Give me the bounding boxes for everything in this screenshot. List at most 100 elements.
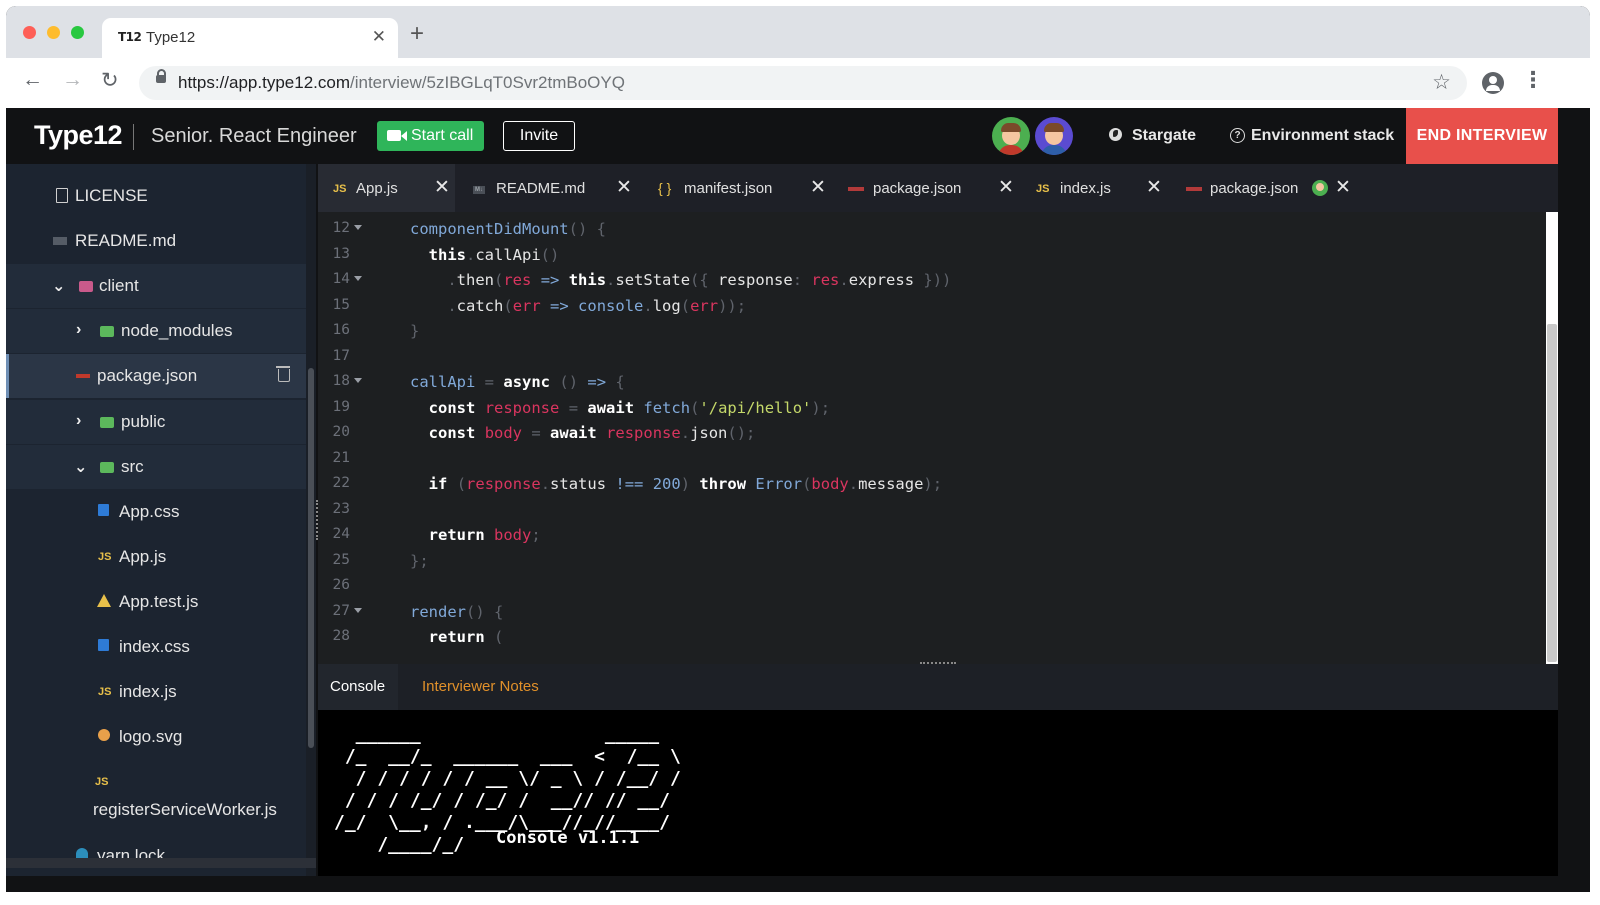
- bookmark-star-icon[interactable]: ☆: [1432, 70, 1451, 95]
- minimize-window-icon[interactable]: [47, 26, 60, 39]
- tab-readme-md[interactable]: M↓ README.md ✕: [461, 164, 641, 212]
- tab-package-json-shared[interactable]: package.json ✕: [1172, 164, 1358, 214]
- tab-label: App.js: [356, 180, 398, 197]
- chevron-down-icon[interactable]: ⌄: [74, 457, 87, 477]
- close-tab-icon[interactable]: ✕: [810, 176, 826, 199]
- tab-label: package.json: [1210, 180, 1299, 197]
- tree-item-package-json[interactable]: package.json: [6, 354, 306, 398]
- invite-button[interactable]: Invite: [503, 121, 575, 151]
- globe-icon: [1109, 128, 1122, 141]
- tab-package-json[interactable]: package.json ✕: [838, 164, 1018, 212]
- close-tab-icon[interactable]: ✕: [616, 176, 632, 199]
- code-editor[interactable]: 12 componentDidMount() { 13 this.callApi(…: [318, 212, 1546, 664]
- tab-label: manifest.json: [684, 180, 773, 197]
- lock-icon: [156, 69, 166, 83]
- markdown-icon: M↓: [473, 186, 485, 194]
- close-tab-icon[interactable]: ✕: [998, 176, 1014, 199]
- close-tab-icon[interactable]: ✕: [372, 27, 386, 47]
- tree-item-index-js[interactable]: JS index.js: [6, 670, 306, 714]
- tree-item-label: index.js: [119, 682, 177, 701]
- sidebar-horizontal-scrollbar[interactable]: [6, 858, 316, 868]
- tree-item-node-modules[interactable]: › node_modules: [6, 309, 306, 353]
- tab-index-js[interactable]: JS index.js ✕: [1026, 164, 1164, 212]
- line-number: 20: [332, 424, 350, 440]
- tree-item-yarn-lock[interactable]: yarn.lock: [6, 834, 306, 876]
- tree-item-app-js[interactable]: JS App.js: [6, 535, 306, 579]
- tree-item-client[interactable]: ⌄ client: [6, 264, 306, 308]
- type12-favicon-icon: T12: [118, 30, 142, 44]
- forward-arrow-icon[interactable]: →: [62, 68, 83, 92]
- tree-item-public[interactable]: › public: [6, 400, 306, 444]
- browser-menu-icon[interactable]: ⋮: [1522, 69, 1544, 91]
- folder-icon: [100, 462, 114, 473]
- tree-item-app-test-js[interactable]: App.test.js: [6, 580, 306, 624]
- tree-item-label: client: [99, 276, 139, 295]
- tab-manifest-json[interactable]: { } manifest.json ✕: [648, 164, 828, 212]
- tree-item-logo-svg[interactable]: logo.svg: [6, 715, 306, 759]
- line-number: 28: [332, 628, 350, 644]
- trash-icon[interactable]: [276, 366, 290, 382]
- css-icon: [98, 504, 109, 516]
- sidebar-scrollbar-thumb[interactable]: [308, 368, 314, 748]
- line-number: 27: [332, 602, 350, 619]
- code-line: 23: [318, 501, 1546, 527]
- tree-item-app-css[interactable]: App.css: [6, 490, 306, 534]
- start-call-button[interactable]: Start call: [377, 121, 484, 151]
- tree-item-label: index.css: [119, 637, 190, 656]
- participant-avatar[interactable]: [1035, 117, 1073, 155]
- reload-icon[interactable]: ↻: [101, 68, 119, 93]
- stargate-link[interactable]: Stargate: [1132, 127, 1196, 145]
- tree-item-label: src: [121, 457, 144, 476]
- tree-item-license[interactable]: LICENSE: [6, 174, 306, 218]
- end-interview-button[interactable]: END INTERVIEW: [1406, 108, 1558, 164]
- participant-avatar[interactable]: [992, 117, 1030, 155]
- tree-item-src[interactable]: ⌄ src: [6, 445, 306, 489]
- close-tab-icon[interactable]: ✕: [1335, 176, 1351, 199]
- address-bar[interactable]: https://app.type12.com/interview/5zIBGLq…: [139, 66, 1467, 100]
- tree-item-register-service-worker[interactable]: JS registerServiceWorker.js: [6, 762, 306, 832]
- js-icon: JS: [95, 776, 109, 788]
- profile-icon[interactable]: [1482, 72, 1504, 94]
- tab-interviewer-notes[interactable]: Interviewer Notes: [410, 664, 550, 710]
- tab-console[interactable]: Console: [318, 664, 398, 712]
- fold-arrow-icon[interactable]: [354, 607, 362, 613]
- tree-item-index-css[interactable]: index.css: [6, 625, 306, 669]
- line-number: 17: [332, 347, 350, 364]
- chevron-right-icon[interactable]: ›: [76, 412, 81, 430]
- line-number: 26: [332, 577, 350, 593]
- code-line: 28 return (: [318, 628, 1546, 654]
- test-icon: [97, 594, 111, 607]
- js-icon: JS: [1036, 183, 1050, 195]
- environment-stack-link[interactable]: Environment stack: [1251, 127, 1394, 145]
- close-tab-icon[interactable]: ✕: [434, 176, 450, 199]
- chevron-down-icon[interactable]: ⌄: [52, 276, 65, 296]
- line-number: 25: [332, 551, 350, 568]
- tree-item-label: README.md: [75, 231, 177, 250]
- tab-label: index.js: [1060, 180, 1111, 197]
- tab-app-js[interactable]: JS App.js ✕: [318, 164, 455, 214]
- fold-arrow-icon[interactable]: [354, 276, 362, 281]
- close-tab-icon[interactable]: ✕: [1146, 176, 1162, 199]
- back-arrow-icon[interactable]: ←: [22, 68, 43, 92]
- line-number: 15: [332, 296, 350, 313]
- url-text[interactable]: https://app.type12.com/interview/5zIBGLq…: [178, 73, 625, 93]
- console-output[interactable]: ______ _____ /_ __/_ ______ ___ < /__ \ …: [318, 710, 1558, 876]
- editor-scrollbar-thumb[interactable]: [1547, 324, 1557, 662]
- code-line: 12 componentDidMount() {: [318, 220, 1546, 246]
- chevron-right-icon[interactable]: ›: [76, 321, 81, 339]
- tree-item-readme[interactable]: README.md: [6, 219, 306, 263]
- type12-logo[interactable]: Type12: [34, 120, 123, 151]
- node-folder-icon: [100, 326, 114, 337]
- browser-tab[interactable]: T12 Type12 ✕: [102, 18, 398, 58]
- tab-label: package.json: [873, 180, 962, 197]
- new-tab-plus-icon[interactable]: +: [410, 20, 424, 48]
- maximize-window-icon[interactable]: [71, 26, 84, 39]
- line-number: 16: [332, 322, 350, 338]
- line-number: 18: [332, 373, 350, 389]
- folder-icon: [100, 417, 114, 428]
- editor-tab-bar: JS App.js ✕ M↓ README.md ✕ { } manifest.…: [318, 164, 1558, 214]
- fold-arrow-icon[interactable]: [354, 378, 362, 383]
- fold-arrow-icon[interactable]: [354, 225, 362, 230]
- code-line: 24 return body;: [318, 526, 1546, 552]
- close-window-icon[interactable]: [23, 26, 36, 39]
